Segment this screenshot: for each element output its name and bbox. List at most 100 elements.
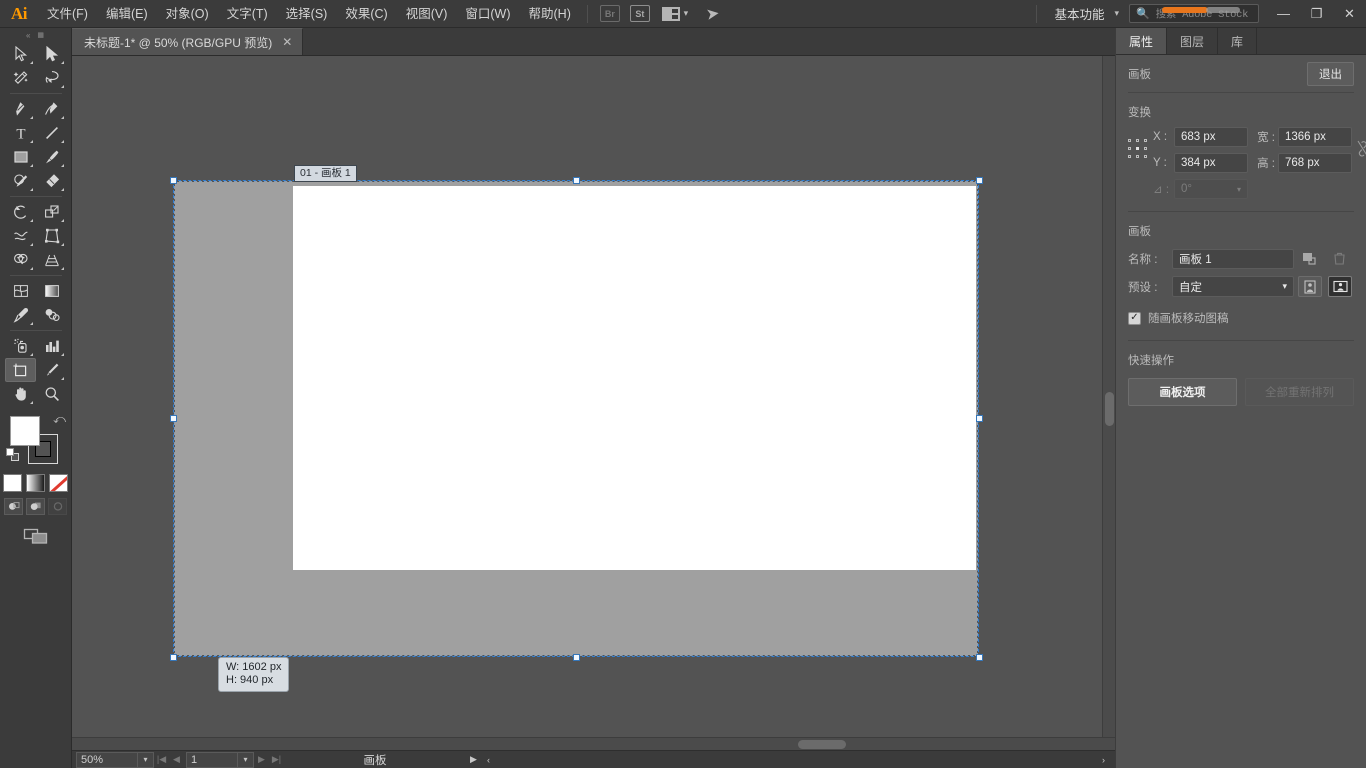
bridge-icon[interactable]: Br — [598, 4, 622, 24]
change-screen-mode-icon[interactable] — [0, 527, 71, 545]
move-artwork-checkbox[interactable]: ✓ — [1128, 312, 1141, 325]
close-button[interactable]: ✕ — [1333, 0, 1366, 28]
next-artboard-icon[interactable]: ▶ — [254, 752, 269, 768]
handle-bottom-left[interactable] — [170, 654, 177, 661]
delete-artboard-icon[interactable] — [1328, 248, 1350, 269]
eyedropper-tool[interactable] — [5, 303, 36, 327]
status-play-icon[interactable]: ▶ — [466, 752, 481, 768]
artboard-number-input[interactable]: 1 — [186, 752, 238, 768]
slice-tool[interactable] — [36, 358, 67, 382]
menu-window[interactable]: 窗口(W) — [456, 0, 519, 28]
eraser-tool[interactable] — [36, 169, 67, 193]
artboard-dropdown-icon[interactable]: ▾ — [238, 752, 254, 768]
x-field[interactable]: 683 px — [1174, 127, 1248, 147]
horizontal-scrollbar-thumb[interactable] — [798, 740, 846, 749]
artboard-tool[interactable] — [5, 358, 36, 382]
document-tab[interactable]: 未标题-1* @ 50% (RGB/GPU 预览) ✕ — [72, 28, 303, 55]
vertical-scrollbar-thumb[interactable] — [1105, 392, 1114, 426]
scale-tool[interactable] — [36, 200, 67, 224]
horizontal-scrollbar[interactable] — [72, 737, 1115, 750]
lasso-tool[interactable] — [36, 66, 67, 90]
hand-tool[interactable] — [5, 382, 36, 406]
handle-middle-right[interactable] — [976, 415, 983, 422]
menu-select[interactable]: 选择(S) — [277, 0, 337, 28]
width-field[interactable]: 1366 px — [1278, 127, 1352, 147]
gradient-tool[interactable] — [36, 279, 67, 303]
menu-view[interactable]: 视图(V) — [397, 0, 457, 28]
close-icon[interactable]: ✕ — [282, 35, 292, 49]
y-field[interactable]: 384 px — [1174, 153, 1248, 173]
rectangle-tool[interactable] — [5, 145, 36, 169]
menu-file[interactable]: 文件(F) — [38, 0, 97, 28]
last-artboard-icon[interactable]: ▶| — [269, 752, 284, 768]
direct-selection-tool[interactable] — [36, 42, 67, 66]
free-transform-tool[interactable] — [36, 224, 67, 248]
height-field[interactable]: 768 px — [1278, 153, 1352, 173]
shape-builder-tool[interactable] — [5, 248, 36, 272]
magic-wand-tool[interactable] — [5, 66, 36, 90]
draw-behind-button[interactable] — [26, 498, 45, 515]
tab-libraries[interactable]: 库 — [1218, 28, 1257, 54]
shaper-tool[interactable] — [5, 169, 36, 193]
handle-middle-left[interactable] — [170, 415, 177, 422]
stock-icon[interactable]: St — [628, 4, 652, 24]
handle-bottom-right[interactable] — [976, 654, 983, 661]
toolbar-drag-handle[interactable]: «▦ — [0, 28, 71, 42]
artboard-name-label[interactable]: 01 - 画板 1 — [294, 165, 357, 182]
blend-tool[interactable] — [36, 303, 67, 327]
previous-artboard-icon[interactable]: ◀ — [169, 752, 184, 768]
artboard-preset-select[interactable]: 自定 ▾ — [1172, 276, 1294, 297]
tab-layers[interactable]: 图层 — [1167, 28, 1218, 54]
color-fill-button[interactable] — [3, 474, 22, 492]
document-canvas[interactable]: 01 - 画板 1 W: 1602 px H: 940 px — [72, 56, 1115, 750]
draw-normal-button[interactable] — [4, 498, 23, 515]
status-chevron-right-icon[interactable]: › — [1096, 752, 1111, 768]
swap-fill-stroke-icon[interactable]: ⤺ — [53, 412, 66, 427]
type-tool[interactable]: T — [5, 121, 36, 145]
broken-link-icon[interactable] — [1355, 138, 1366, 163]
handle-top-center[interactable] — [573, 177, 580, 184]
selection-tool[interactable] — [5, 42, 36, 66]
search-input[interactable]: 🔍 搜索 Adobe Stock — [1129, 4, 1259, 23]
draw-inside-button[interactable] — [48, 498, 67, 515]
zoom-dropdown-icon[interactable]: ▾ — [138, 752, 154, 768]
status-chevron-left-icon[interactable]: ‹ — [481, 752, 496, 768]
zoom-level-input[interactable]: 50% — [76, 752, 138, 768]
arrange-documents-icon[interactable]: ▾ — [658, 4, 692, 24]
line-segment-tool[interactable] — [36, 121, 67, 145]
menu-object[interactable]: 对象(O) — [157, 0, 218, 28]
discover-rocket-icon[interactable]: ➤ — [698, 4, 728, 24]
exit-button[interactable]: 退出 — [1307, 62, 1354, 86]
landscape-orientation-icon[interactable] — [1328, 276, 1352, 297]
menu-type[interactable]: 文字(T) — [218, 0, 277, 28]
minimize-button[interactable]: — — [1267, 0, 1300, 28]
mesh-tool[interactable] — [5, 279, 36, 303]
handle-top-right[interactable] — [976, 177, 983, 184]
none-fill-button[interactable] — [49, 474, 68, 492]
first-artboard-icon[interactable]: |◀ — [154, 752, 169, 768]
new-artboard-icon[interactable] — [1298, 248, 1320, 269]
default-fill-stroke-icon[interactable] — [6, 448, 19, 461]
fill-swatch[interactable] — [10, 416, 40, 446]
artboard-selection-frame[interactable] — [173, 180, 979, 657]
vertical-scrollbar[interactable] — [1102, 56, 1115, 750]
menu-edit[interactable]: 编辑(E) — [97, 0, 157, 28]
zoom-tool[interactable] — [36, 382, 67, 406]
handle-bottom-center[interactable] — [573, 654, 580, 661]
menu-effect[interactable]: 效果(C) — [336, 0, 396, 28]
handle-top-left[interactable] — [170, 177, 177, 184]
curvature-tool[interactable] — [36, 97, 67, 121]
move-artwork-row[interactable]: ✓ 随画板移动图稿 — [1128, 310, 1354, 326]
paintbrush-tool[interactable] — [36, 145, 67, 169]
gradient-fill-button[interactable] — [26, 474, 45, 492]
artboard-name-input[interactable]: 画板 1 — [1172, 249, 1294, 269]
maximize-button[interactable]: ❐ — [1300, 0, 1333, 28]
tab-properties[interactable]: 属性 — [1116, 28, 1167, 54]
width-tool[interactable] — [5, 224, 36, 248]
symbol-sprayer-tool[interactable] — [5, 334, 36, 358]
perspective-grid-tool[interactable] — [36, 248, 67, 272]
column-graph-tool[interactable] — [36, 334, 67, 358]
workspace-switcher[interactable]: 基本功能 ▾ — [1044, 3, 1129, 25]
pen-tool[interactable] — [5, 97, 36, 121]
artboard-options-button[interactable]: 画板选项 — [1128, 378, 1237, 406]
